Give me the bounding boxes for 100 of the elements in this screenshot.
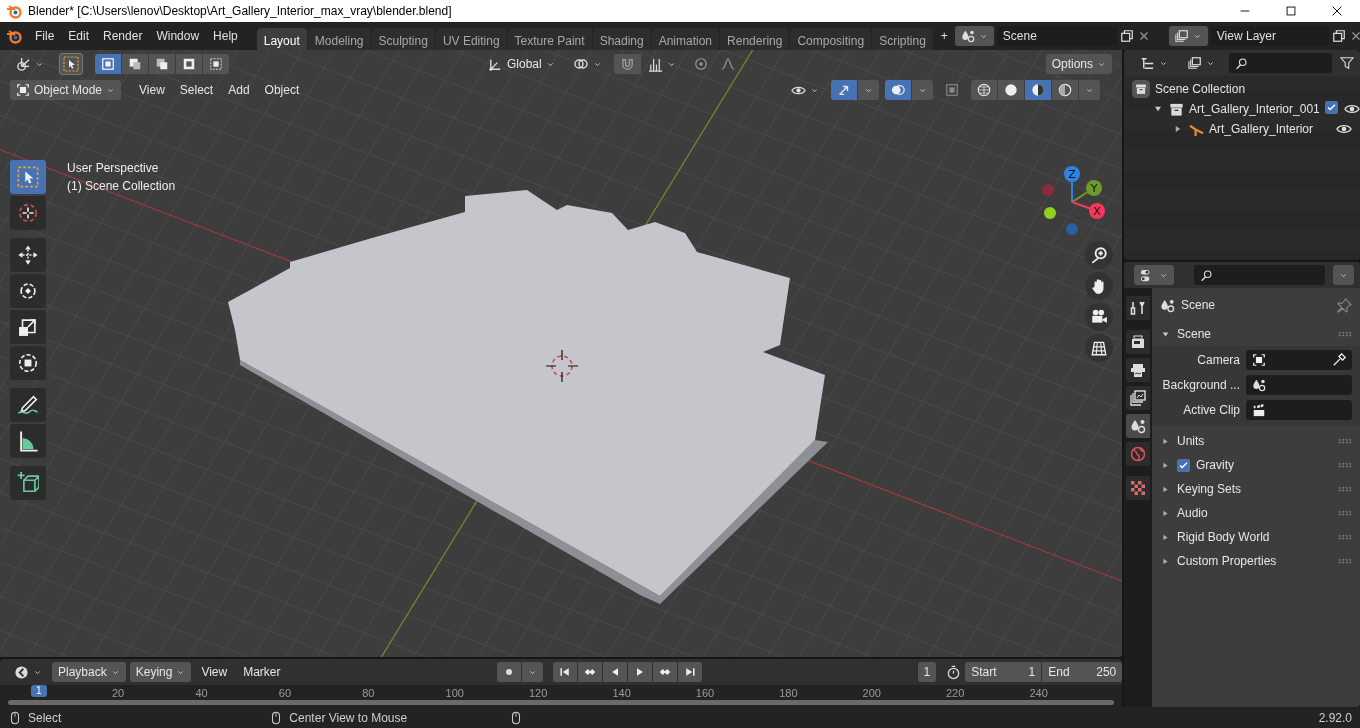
- pin-icon[interactable]: [1337, 297, 1352, 313]
- filter-icon[interactable]: [1340, 56, 1354, 70]
- select-mode-button[interactable]: [149, 54, 175, 74]
- panel-title[interactable]: Audio: [1177, 504, 1208, 522]
- workspace-tab[interactable]: Shading: [592, 28, 651, 50]
- workspace-tab[interactable]: Sculpting: [371, 28, 435, 50]
- workspace-tab[interactable]: Scripting: [872, 28, 933, 50]
- tool-button[interactable]: [10, 274, 46, 308]
- viewport-menu[interactable]: Object: [258, 80, 306, 100]
- start-frame-field[interactable]: Start 1: [965, 662, 1042, 682]
- play-reverse-button[interactable]: [602, 662, 627, 682]
- tool-button[interactable]: [10, 196, 46, 230]
- blender-logo-icon: [6, 3, 22, 19]
- checkbox[interactable]: [1177, 458, 1190, 472]
- panel-title[interactable]: Rigid Body World: [1177, 528, 1270, 546]
- tool-button[interactable]: [10, 424, 46, 458]
- select-mode-button[interactable]: [122, 54, 148, 74]
- viewport-menu[interactable]: View: [133, 80, 171, 100]
- select-tool-button[interactable]: [59, 53, 83, 75]
- property-field[interactable]: [1246, 350, 1352, 370]
- play-button[interactable]: [627, 662, 652, 682]
- panel-title[interactable]: Keying Sets: [1177, 480, 1242, 498]
- overlays-toggle[interactable]: [885, 80, 911, 100]
- stopwatch-icon[interactable]: [946, 664, 962, 680]
- tool-button[interactable]: [10, 346, 46, 380]
- workspace-tab[interactable]: Layout: [256, 28, 307, 50]
- timeline-menu[interactable]: Marker: [237, 662, 287, 682]
- select-mode-button[interactable]: [203, 54, 229, 74]
- select-mode-button[interactable]: [176, 54, 202, 74]
- properties-tab[interactable]: [1126, 358, 1150, 382]
- jump-start-button[interactable]: [552, 662, 577, 682]
- menu-item[interactable]: Edit: [61, 25, 97, 47]
- eyedropper-icon[interactable]: [1332, 353, 1346, 367]
- scene-field[interactable]: Scene: [996, 26, 1117, 46]
- panel-title[interactable]: Custom Properties: [1177, 552, 1277, 570]
- tool-button[interactable]: [10, 388, 46, 422]
- scrollbar[interactable]: [8, 700, 1114, 705]
- workspace-tab[interactable]: Texture Paint: [507, 28, 592, 50]
- end-frame-field[interactable]: End 250: [1042, 662, 1123, 682]
- maximize-icon[interactable]: [1284, 4, 1298, 18]
- current-frame-field[interactable]: 1: [917, 662, 937, 682]
- viewport-menu[interactable]: Select: [173, 80, 220, 100]
- search-field[interactable]: [1194, 265, 1325, 285]
- current-frame-marker[interactable]: 1: [31, 685, 47, 697]
- scene-type-button[interactable]: [954, 26, 994, 46]
- properties-tab[interactable]: [1126, 330, 1150, 354]
- outliner-row[interactable]: Art_Gallery_Interior_001: [1124, 99, 1360, 119]
- orientation-dropdown[interactable]: Global: [482, 54, 561, 74]
- workspace-tab[interactable]: Rendering: [720, 28, 790, 50]
- mode-dropdown[interactable]: Object Mode: [10, 80, 122, 100]
- menu-item[interactable]: Help: [206, 25, 245, 47]
- shading-mode-button[interactable]: [971, 80, 997, 100]
- search-field[interactable]: [1229, 53, 1332, 73]
- panel-title[interactable]: Gravity: [1196, 456, 1234, 474]
- outliner-row[interactable]: Scene Collection: [1124, 79, 1360, 99]
- viewport-menu[interactable]: Add: [222, 80, 256, 100]
- workspace-tab[interactable]: Modeling: [307, 28, 371, 50]
- timeline-menu[interactable]: Playback: [52, 662, 126, 682]
- tool-button[interactable]: [10, 466, 46, 500]
- outliner-row[interactable]: Art_Gallery_Interior: [1124, 119, 1360, 139]
- jump-end-button[interactable]: [677, 662, 702, 682]
- property-field[interactable]: [1246, 375, 1352, 395]
- properties-tab[interactable]: [1126, 386, 1150, 410]
- view-layer-field[interactable]: View Layer: [1210, 26, 1329, 46]
- snap-toggle[interactable]: [613, 54, 641, 74]
- add-workspace-button[interactable]: +: [933, 22, 955, 50]
- workspace-tab[interactable]: UV Editing: [435, 28, 507, 50]
- view-layer-type-button[interactable]: [1168, 26, 1208, 46]
- close-icon[interactable]: [1330, 4, 1344, 18]
- blender-logo-icon[interactable]: [6, 28, 22, 44]
- menu-item[interactable]: Window: [149, 25, 207, 47]
- record-button[interactable]: [496, 662, 521, 682]
- options-dropdown[interactable]: Options: [1045, 54, 1112, 74]
- editor-type-button[interactable]: [1134, 265, 1174, 285]
- checkbox[interactable]: [1324, 101, 1338, 114]
- select-mode-button[interactable]: [95, 54, 121, 74]
- annotate-tool-icon: [17, 394, 39, 416]
- workspace-tab[interactable]: Compositing: [790, 28, 872, 50]
- tool-button[interactable]: [10, 238, 46, 272]
- jump-keyframe-button[interactable]: [577, 662, 602, 682]
- menu-item[interactable]: Render: [96, 25, 150, 47]
- timeline-menu[interactable]: View: [195, 662, 234, 682]
- gizmo-toggle[interactable]: [831, 80, 857, 100]
- properties-tab[interactable]: [1126, 296, 1150, 320]
- shading-mode-button[interactable]: [1052, 80, 1078, 100]
- menu-item[interactable]: File: [28, 25, 62, 47]
- axis-gizmo[interactable]: Z Y X: [1030, 160, 1120, 250]
- scale-tool-icon: [17, 316, 39, 338]
- property-field[interactable]: [1246, 400, 1352, 420]
- panel-title[interactable]: Units: [1177, 432, 1205, 450]
- jump-keyframe-button[interactable]: [652, 662, 677, 682]
- tool-button[interactable]: [10, 310, 46, 344]
- copy-icon[interactable]: [1331, 29, 1346, 43]
- workspace-tab[interactable]: Animation: [651, 28, 720, 50]
- properties-tab[interactable]: [1126, 414, 1150, 438]
- panel-title[interactable]: Scene: [1177, 325, 1212, 343]
- shading-mode-button[interactable]: [998, 80, 1024, 100]
- shading-mode-button[interactable]: [1025, 80, 1051, 100]
- copy-icon[interactable]: [1119, 29, 1134, 43]
- timeline-menu[interactable]: Keying: [129, 662, 192, 682]
